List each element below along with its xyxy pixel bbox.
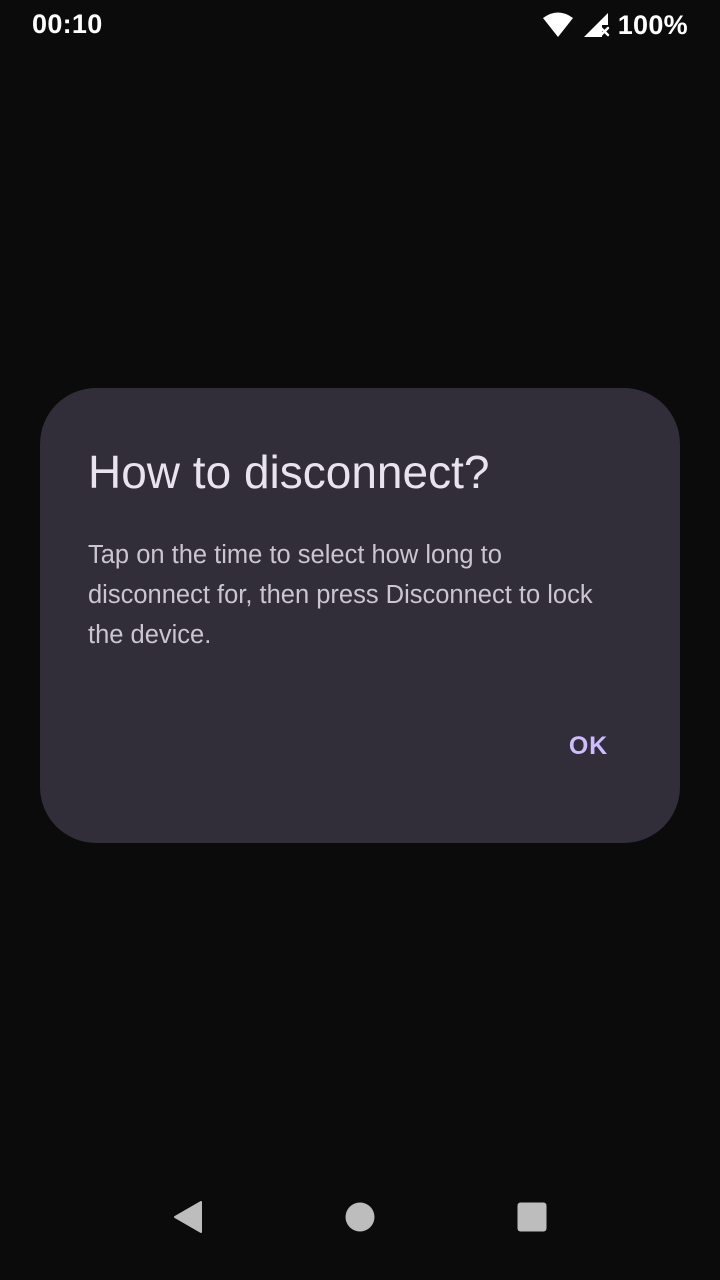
back-triangle-icon <box>172 1200 204 1234</box>
back-button[interactable] <box>168 1197 208 1237</box>
ok-button[interactable]: OK <box>561 728 616 765</box>
battery-percentage: 100% <box>617 9 688 40</box>
status-bar: 00:10 100% <box>0 0 720 50</box>
navigation-bar <box>0 1182 720 1280</box>
home-circle-icon <box>344 1201 376 1233</box>
recents-button[interactable] <box>512 1197 552 1237</box>
status-time: 00:10 <box>32 9 103 39</box>
home-button[interactable] <box>340 1197 380 1237</box>
screen: 00:10 100% How to disconnect? Tap on the… <box>0 0 720 1280</box>
status-icons: 100% <box>542 8 688 42</box>
disconnect-help-dialog: How to disconnect? Tap on the time to se… <box>40 388 680 843</box>
recents-square-icon <box>516 1201 548 1233</box>
dialog-message: Tap on the time to select how long to di… <box>88 541 593 649</box>
dialog-title: How to disconnect? <box>88 446 490 498</box>
cell-signal-icon <box>582 11 610 39</box>
wifi-icon <box>542 12 574 38</box>
